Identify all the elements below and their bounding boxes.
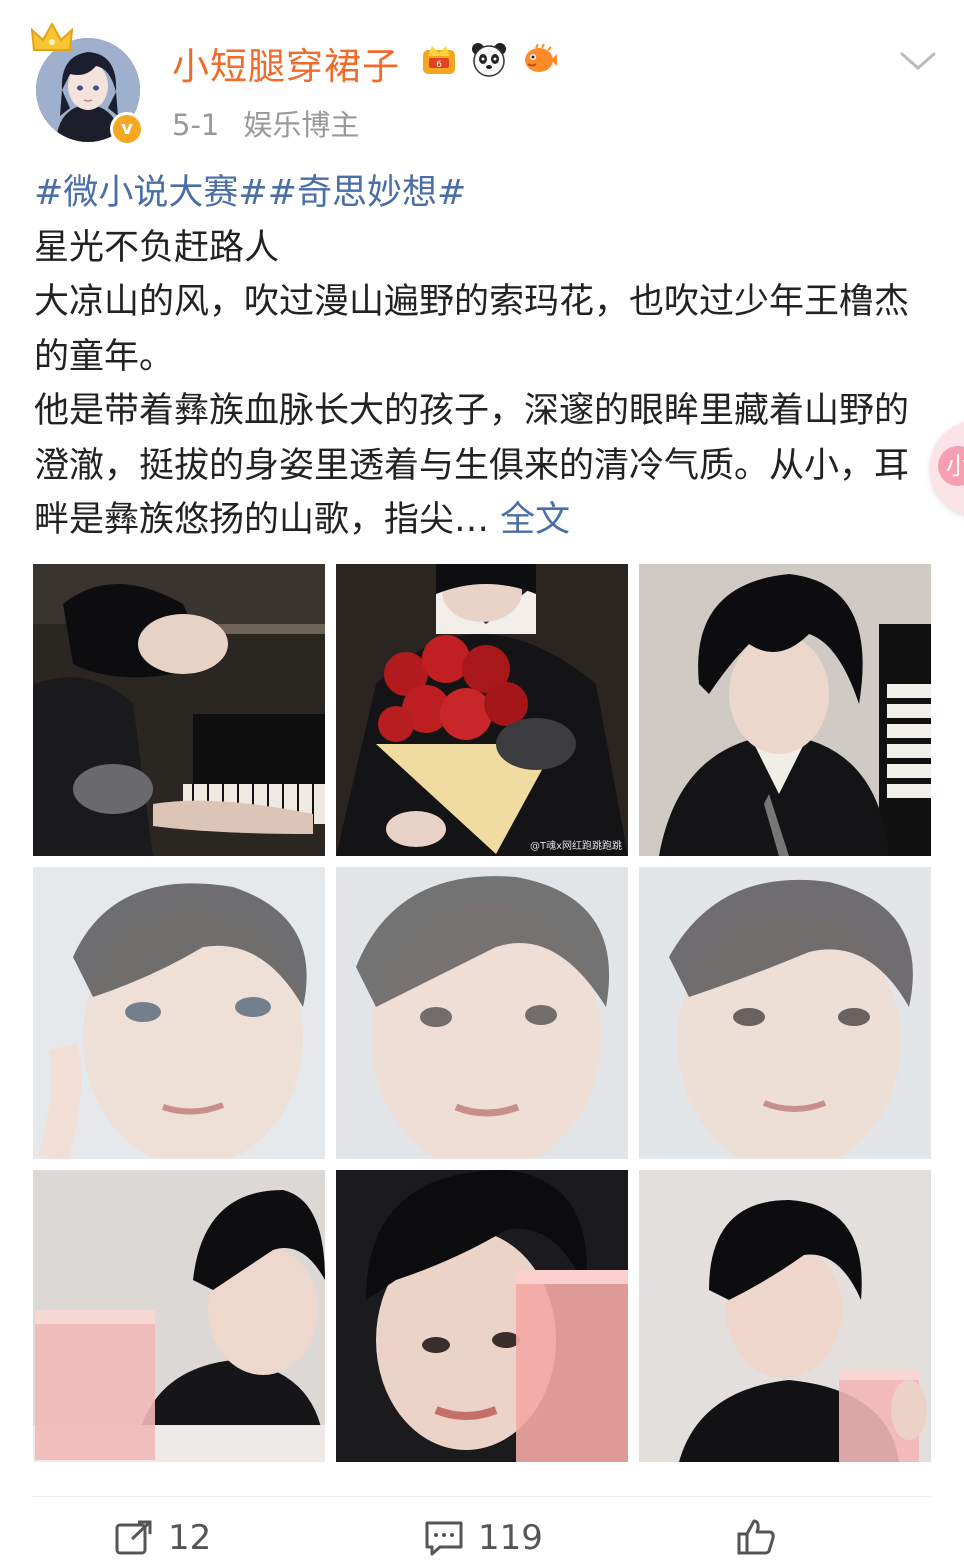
post-line-title: 星光不负赶路人 [34,227,280,268]
photo-pink-drink-1[interactable] [33,1170,325,1462]
user-category: 娱乐博主 [243,108,360,142]
comment-button[interactable]: 119 [424,1518,543,1558]
avatar-container[interactable]: v [30,22,148,146]
post-line-3: 他是带着彝族血脉长大的孩子，深邃的眼眸里藏着山野的澄澈，挺拔的身姿里透着与生俱来… [34,391,910,540]
chevron-down-icon[interactable] [896,46,940,76]
post-date: 5-1 [172,108,220,142]
verified-badge-icon: v [110,112,144,146]
pufferfish-badge-icon[interactable] [520,40,558,78]
svg-text:6: 6 [436,60,442,70]
crown-icon [30,22,74,51]
post-meta: 5-1 娱乐博主 [172,102,359,144]
floating-assistant-label: 小 [938,446,964,486]
photo-glass-blur-2[interactable] [336,867,628,1159]
photo-glass-blur-3[interactable] [639,867,931,1159]
user-badges: 6 [420,40,558,78]
action-bar: 12 119 [0,1512,964,1562]
floating-assistant-bubble[interactable]: 小 [930,420,964,516]
divider [33,1496,931,1497]
photo-pink-drink-2[interactable] [336,1170,628,1462]
post-line-2: 大凉山的风，吹过漫山遍野的索玛花，也吹过少年王橹杰的童年。 [34,282,910,377]
username[interactable]: 小短腿穿裙子 [172,36,400,90]
repost-icon [115,1520,152,1555]
photo-piano-lean[interactable] [33,564,325,856]
repost-button[interactable]: 12 [114,1518,211,1558]
panda-badge-icon[interactable] [470,40,508,78]
photo-watermark: @T魂x网红跑跳跑跳 [529,841,622,852]
comment-icon [425,1521,463,1556]
post-body: #微小说大赛##奇思妙想# 星光不负赶路人 大凉山的风，吹过漫山遍野的索玛花，也… [34,166,924,548]
comment-count: 119 [478,1518,543,1558]
repost-count: 12 [168,1518,212,1558]
photo-glass-blur-1[interactable] [33,867,325,1159]
thumbs-up-icon [737,1519,775,1555]
photo-piano-portrait[interactable] [639,564,931,856]
image-grid: @T魂x网红跑跳跑跳 [33,564,931,1462]
weibo-post-page: v 小短腿穿裙子 6 5-1 娱乐博主 #微小说大赛##奇思妙想# 星光不负赶路… [0,0,964,1562]
photo-pink-drink-3[interactable] [639,1170,931,1462]
vip-crown-badge-icon[interactable]: 6 [420,40,458,78]
like-button[interactable] [736,1518,790,1556]
read-more-link[interactable]: 全文 [500,500,570,540]
hashtag-links[interactable]: #微小说大赛##奇思妙想# [34,166,924,221]
photo-red-roses[interactable]: @T魂x网红跑跳跑跳 [336,564,628,856]
